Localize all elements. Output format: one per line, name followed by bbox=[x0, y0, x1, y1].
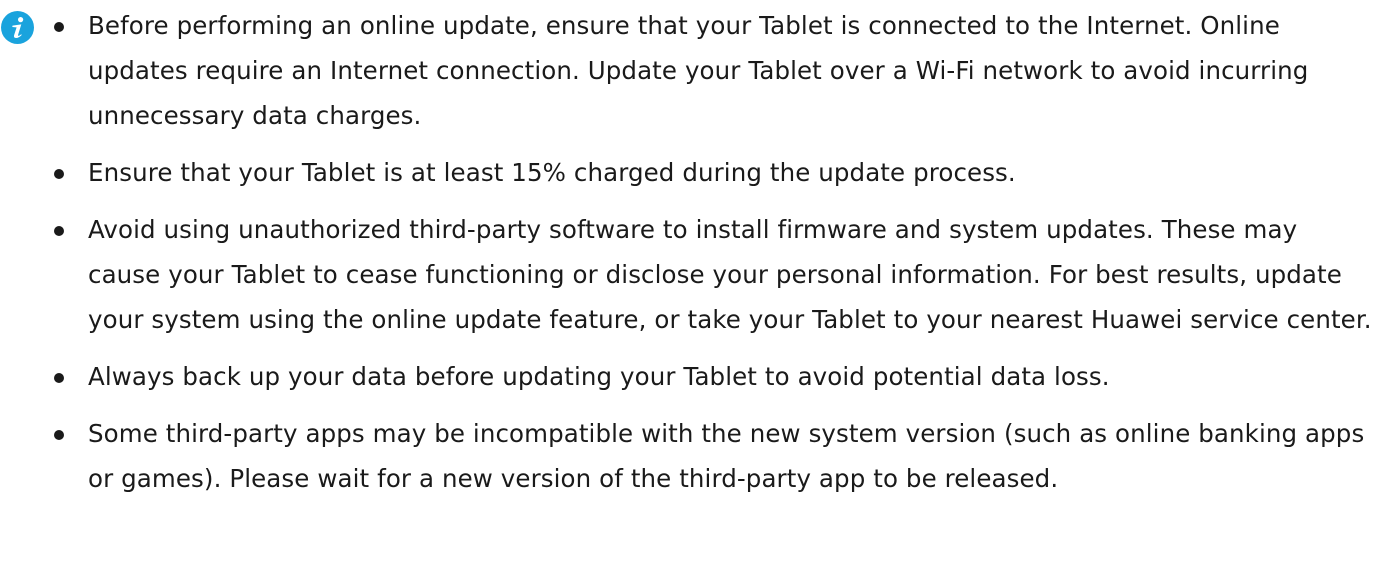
list-item-text: Avoid using unauthorized third-party sof… bbox=[88, 215, 1372, 334]
bullet-icon bbox=[54, 22, 64, 32]
list-item: Ensure that your Tablet is at least 15% … bbox=[54, 150, 1373, 195]
bullet-icon bbox=[54, 169, 64, 179]
list-item-text: Before performing an online update, ensu… bbox=[88, 11, 1309, 130]
list-item: Some third-party apps may be incompatibl… bbox=[54, 411, 1373, 501]
bullet-icon bbox=[54, 373, 64, 383]
list-item-text: Some third-party apps may be incompatibl… bbox=[88, 419, 1365, 493]
list-item: Always back up your data before updating… bbox=[54, 354, 1373, 399]
list-item: Avoid using unauthorized third-party sof… bbox=[54, 207, 1373, 342]
list-item: Before performing an online update, ensu… bbox=[54, 3, 1373, 138]
note-list: Before performing an online update, ensu… bbox=[54, 3, 1373, 513]
bullet-icon bbox=[54, 430, 64, 440]
info-icon bbox=[1, 11, 34, 44]
bullet-icon bbox=[54, 226, 64, 236]
list-item-text: Ensure that your Tablet is at least 15% … bbox=[88, 158, 1016, 187]
list-item-text: Always back up your data before updating… bbox=[88, 362, 1110, 391]
note-block: Before performing an online update, ensu… bbox=[0, 0, 1379, 582]
